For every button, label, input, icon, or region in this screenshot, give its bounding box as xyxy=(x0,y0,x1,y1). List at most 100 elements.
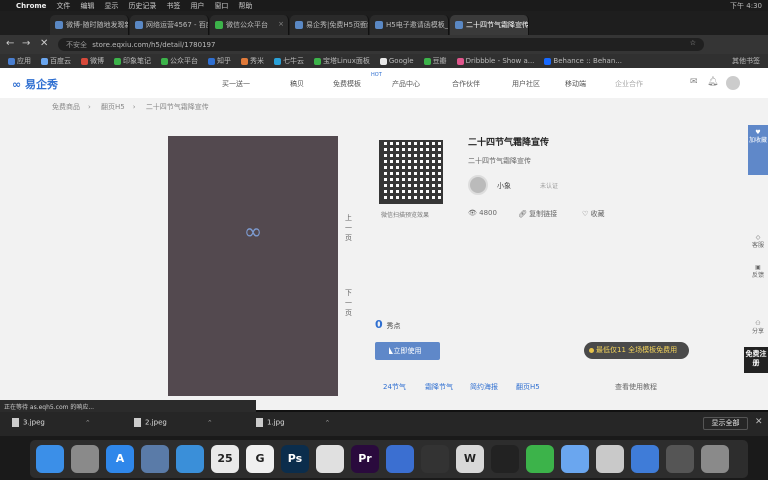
dock-terminal-icon[interactable] xyxy=(421,445,449,473)
show-all-downloads-button[interactable]: 显示全部 xyxy=(703,417,748,430)
crumb-h5[interactable]: 翻页H5 xyxy=(101,103,125,111)
dock-app-store-icon[interactable]: A xyxy=(106,445,134,473)
close-tab-icon[interactable]: × xyxy=(278,20,284,28)
side-favorite-button[interactable]: ♥ 加收藏 xyxy=(748,125,768,175)
menu-view[interactable]: 显示 xyxy=(104,1,118,11)
dock-preview-icon[interactable] xyxy=(141,445,169,473)
chevron-up-icon[interactable]: ⌃ xyxy=(325,419,331,427)
secure-label[interactable]: 不安全 xyxy=(66,41,87,49)
nav-buy-one[interactable]: 买一送一 xyxy=(222,79,250,89)
stop-icon[interactable]: ✕ xyxy=(40,38,48,49)
tab-h5-invite[interactable]: H5电子邀请函模板_海报× xyxy=(370,15,449,35)
bookmark-qiniu[interactable]: 七牛云 xyxy=(274,56,304,66)
side-share[interactable]: ⚇ 分享 xyxy=(748,320,768,336)
dock-chrome-icon[interactable] xyxy=(316,445,344,473)
tab-current[interactable]: 二十四节气霜降宣传免费× xyxy=(450,15,529,35)
chevron-up-icon[interactable]: ⌃ xyxy=(207,419,213,427)
nav-enterprise[interactable]: 企业合作 xyxy=(615,79,643,89)
other-bookmarks[interactable]: 其他书签 xyxy=(732,56,760,66)
menu-file[interactable]: 文件 xyxy=(56,1,70,11)
dock-qq-icon[interactable] xyxy=(491,445,519,473)
dock-baidu-cloud-icon[interactable] xyxy=(631,445,659,473)
message-icon[interactable]: ✉ xyxy=(690,77,698,87)
dock-quicktime-icon[interactable] xyxy=(666,445,694,473)
help-tutorial-link[interactable]: 查看使用教程 xyxy=(615,382,657,392)
prev-page-button[interactable]: 上一页 xyxy=(345,213,355,243)
dock-wps-icon[interactable]: W xyxy=(456,445,484,473)
dock-safari-icon[interactable] xyxy=(176,445,204,473)
bookmark-google[interactable]: Google xyxy=(379,57,414,65)
bookmark-baiduyun[interactable]: 百度云 xyxy=(41,56,71,66)
nav-partners[interactable]: 合作伙伴 xyxy=(452,79,480,89)
back-icon[interactable]: ← xyxy=(6,38,14,49)
bookmark-mp[interactable]: 公众平台 xyxy=(161,56,198,66)
copy-link-button[interactable]: 🔗︎ 复制链接 xyxy=(518,209,557,219)
next-page-button[interactable]: 下一页 xyxy=(345,288,355,318)
dock-trash-icon[interactable] xyxy=(701,445,729,473)
menu-people[interactable]: 用户 xyxy=(190,1,204,11)
menu-clock[interactable]: 下午 4:30 xyxy=(730,1,762,11)
site-logo[interactable]: ∞ 易企秀 xyxy=(12,76,58,92)
close-tab-icon[interactable]: × xyxy=(518,20,524,28)
bell-icon[interactable]: 🔔︎ xyxy=(707,77,718,87)
nav-products[interactable]: 产品中心 xyxy=(392,79,420,89)
menu-history[interactable]: 历史记录 xyxy=(128,1,156,11)
author-name[interactable]: 小象 xyxy=(497,181,511,191)
use-template-button[interactable]: 立即使用 xyxy=(375,342,440,360)
tab-eqxiu[interactable]: 易企秀|免费H5页面制作× xyxy=(290,15,369,35)
bookmark-behance[interactable]: Behance :: Behan... xyxy=(544,57,622,65)
bookmark-star-icon[interactable]: ☆ xyxy=(690,39,696,47)
template-preview[interactable]: ∞ xyxy=(168,136,338,396)
close-tab-icon[interactable]: × xyxy=(118,20,124,28)
bookmark-xiumi[interactable]: 秀米 xyxy=(241,56,264,66)
bookmark-douban[interactable]: 豆瓣 xyxy=(423,56,447,66)
download-item[interactable]: 2.jpeg ⌃ xyxy=(134,418,213,427)
address-bar[interactable]: 不安全 store.eqxiu.com/h5/detail/1780197 ☆ xyxy=(58,38,704,51)
side-feedback[interactable]: ▣ 反馈 xyxy=(748,264,768,280)
dock-photoshop-icon[interactable]: Ps xyxy=(281,445,309,473)
tag-simple-poster[interactable]: 简约海报 xyxy=(470,382,498,392)
dock-keynote-icon[interactable] xyxy=(386,445,414,473)
tab-wechat-platform[interactable]: 微信公众平台 × xyxy=(210,15,289,35)
bookmark-bt[interactable]: 宝塔Linux面板 xyxy=(314,56,370,66)
crumb-free[interactable]: 免费商品 xyxy=(52,103,80,111)
menu-help[interactable]: 帮助 xyxy=(238,1,252,11)
menu-bookmarks[interactable]: 书签 xyxy=(166,1,180,11)
menu-edit[interactable]: 编辑 xyxy=(80,1,94,11)
forward-icon[interactable]: → xyxy=(22,38,30,49)
dock-wechat-icon[interactable] xyxy=(526,445,554,473)
nav-community[interactable]: 用户社区 xyxy=(512,79,540,89)
bookmark-evernote[interactable]: 印象笔记 xyxy=(114,56,151,66)
tag-flip-h5[interactable]: 翻页H5 xyxy=(516,382,540,392)
promo-banner[interactable]: 最低仅11 全场模板免费用 xyxy=(584,342,689,359)
dock-baidu-netdisk-icon[interactable] xyxy=(561,445,589,473)
dock-calendar-icon[interactable]: 25 xyxy=(211,445,239,473)
user-avatar[interactable] xyxy=(726,76,740,90)
nav-mobile[interactable]: 移动端 xyxy=(565,79,586,89)
dock-google-icon[interactable]: G xyxy=(246,445,274,473)
menu-window[interactable]: 窗口 xyxy=(214,1,228,11)
bookmark-dribbble[interactable]: Dribbble - Show a... xyxy=(456,57,534,65)
dock-finder-icon[interactable] xyxy=(36,445,64,473)
close-tab-icon[interactable]: × xyxy=(198,20,204,28)
close-tab-icon[interactable]: × xyxy=(438,20,444,28)
nav-gaobei[interactable]: 稿贝 xyxy=(290,79,304,89)
bookmark-zhihu[interactable]: 知乎 xyxy=(208,56,231,66)
download-item[interactable]: 3.jpeg ⌃ xyxy=(12,418,91,427)
dock-premiere-icon[interactable]: Pr xyxy=(351,445,379,473)
bookmark-weibo[interactable]: 微博 xyxy=(81,56,104,66)
side-service[interactable]: ◇ 客服 xyxy=(748,234,768,250)
tag-24-solar-terms[interactable]: 24节气 xyxy=(383,382,406,392)
bookmark-apps[interactable]: 应用 xyxy=(8,56,31,66)
dock-notes-icon[interactable] xyxy=(596,445,624,473)
tag-frost-descent[interactable]: 霜降节气 xyxy=(425,382,453,392)
menu-app-name[interactable]: Chrome xyxy=(16,2,46,10)
side-register-button[interactable]: 免费注册 xyxy=(744,347,768,373)
dock-launchpad-icon[interactable] xyxy=(71,445,99,473)
download-item[interactable]: 1.jpg ⌃ xyxy=(256,418,330,427)
close-tab-icon[interactable]: × xyxy=(358,20,364,28)
favorite-button[interactable]: ♡ 收藏 xyxy=(582,209,605,219)
tab-mindmap[interactable]: 网络运营4567 - 百度脑图× xyxy=(130,15,209,35)
tab-weibo[interactable]: 微博-随时随地发现新鲜事× xyxy=(50,15,129,35)
close-icon[interactable]: ✕ xyxy=(755,417,763,427)
